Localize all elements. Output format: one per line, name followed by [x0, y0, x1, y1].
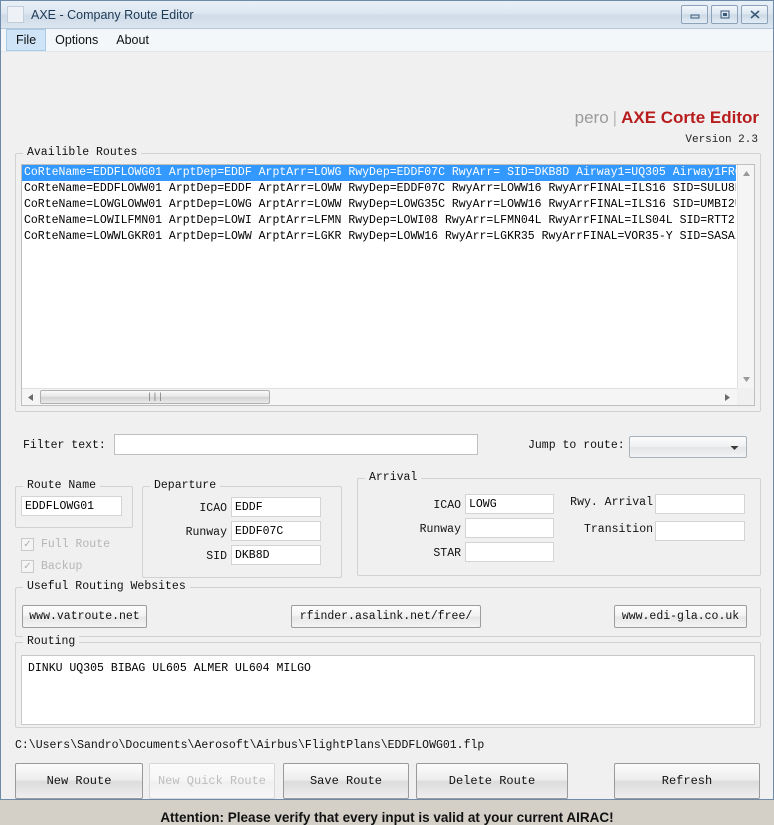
checkmark-icon: ✓: [21, 560, 34, 573]
arrival-transition-input[interactable]: [655, 521, 745, 541]
departure-runway-label: Runway: [185, 526, 227, 539]
list-item[interactable]: CoRteName=LOWGLOWW01 ArptDep=LOWG ArptAr…: [22, 197, 736, 213]
checkmark-icon: ✓: [21, 538, 34, 551]
website-button-rfinder[interactable]: rfinder.asalink.net/free/: [291, 605, 481, 628]
departure-runway-input[interactable]: [231, 521, 321, 541]
title-bar: AXE - Company Route Editor: [1, 1, 773, 29]
website-button-edigla[interactable]: www.edi-gla.co.uk: [614, 605, 747, 628]
routes-listbox[interactable]: CoRteName=EDDFLOWG01 ArptDep=EDDF ArptAr…: [21, 164, 755, 406]
backup-label: Backup: [41, 560, 83, 573]
window-title: AXE - Company Route Editor: [31, 7, 194, 22]
new-quick-route-button: New Quick Route: [149, 763, 275, 799]
file-path-status: C:\Users\Sandro\Documents\Aerosoft\Airbu…: [15, 739, 485, 752]
jump-to-route-select[interactable]: [629, 436, 747, 458]
brand-separator: |: [612, 108, 618, 127]
window-controls: [681, 5, 768, 24]
arrival-icao-label: ICAO: [433, 499, 461, 512]
chevron-down-icon: [730, 438, 739, 456]
refresh-button[interactable]: Refresh: [614, 763, 760, 799]
routing-textarea[interactable]: DINKU UQ305 BIBAG UL605 ALMER UL604 MILG…: [21, 655, 755, 725]
departure-icao-input[interactable]: [231, 497, 321, 517]
useful-websites-legend: Useful Routing Websites: [23, 580, 190, 593]
menu-item-options[interactable]: Options: [46, 29, 107, 51]
departure-legend: Departure: [150, 479, 221, 492]
arrival-star-label: STAR: [433, 547, 461, 560]
route-name-legend: Route Name: [23, 479, 101, 492]
route-name-input[interactable]: [21, 496, 122, 516]
list-item[interactable]: CoRteName=EDDFLOWG01 ArptDep=EDDF ArptAr…: [22, 165, 736, 181]
app-window: AXE - Company Route Editor File Options …: [0, 0, 774, 825]
arrival-icao-input[interactable]: [465, 494, 554, 514]
departure-sid-label: SID: [206, 550, 227, 563]
menu-bar: File Options About: [1, 29, 773, 52]
scroll-down-icon[interactable]: [738, 371, 754, 388]
arrival-runway-input[interactable]: [465, 518, 554, 538]
full-route-label: Full Route: [41, 538, 111, 551]
save-route-button[interactable]: Save Route: [283, 763, 409, 799]
website-button-vatroute[interactable]: www.vatroute.net: [22, 605, 147, 628]
arrival-runway-label: Runway: [419, 523, 461, 536]
arrival-legend: Arrival: [365, 471, 422, 484]
close-button[interactable]: [741, 5, 768, 24]
horizontal-scrollbar[interactable]: |||: [22, 388, 754, 405]
brand-product: AXE Corte Editor: [621, 108, 759, 127]
filter-text-label: Filter text:: [23, 439, 106, 452]
scroll-up-icon[interactable]: [738, 165, 754, 182]
arrival-transition-label: Transition: [583, 523, 653, 536]
full-route-checkbox[interactable]: ✓ Full Route: [21, 538, 110, 551]
scrollbar-corner: [737, 388, 754, 405]
delete-route-button[interactable]: Delete Route: [416, 763, 568, 799]
menu-item-about[interactable]: About: [107, 29, 158, 51]
minimize-button[interactable]: [681, 5, 708, 24]
departure-icao-label: ICAO: [199, 502, 227, 515]
list-item[interactable]: CoRteName=EDDFLOWW01 ArptDep=EDDF ArptAr…: [22, 181, 736, 197]
brand-heading: pero | AXE Corte Editor: [575, 108, 759, 128]
version-label: Version 2.3: [685, 134, 758, 146]
main-content: pero | AXE Corte Editor Version 2.3 Availi…: [1, 52, 773, 825]
available-routes-legend: Availible Routes: [23, 146, 142, 159]
horizontal-scroll-thumb[interactable]: |||: [40, 390, 270, 404]
vertical-scrollbar[interactable]: [737, 165, 754, 388]
list-item[interactable]: CoRteName=LOWWLGKR01 ArptDep=LOWW ArptAr…: [22, 229, 736, 245]
new-route-button[interactable]: New Route: [15, 763, 143, 799]
routes-list-rows: CoRteName=EDDFLOWG01 ArptDep=EDDF ArptAr…: [22, 165, 736, 387]
backup-checkbox[interactable]: ✓ Backup: [21, 560, 82, 573]
arrival-rwy-arrival-label: Rwy. Arrival: [570, 496, 653, 509]
list-item[interactable]: CoRteName=LOWILFMN01 ArptDep=LOWI ArptAr…: [22, 213, 736, 229]
arrival-rwy-arrival-input[interactable]: [655, 494, 745, 514]
maximize-button[interactable]: [711, 5, 738, 24]
routing-legend: Routing: [23, 635, 80, 648]
scroll-right-icon[interactable]: [719, 389, 736, 405]
departure-sid-input[interactable]: [231, 545, 321, 565]
menu-item-file[interactable]: File: [6, 29, 47, 51]
app-icon: [7, 6, 24, 23]
arrival-star-input[interactable]: [465, 542, 554, 562]
attention-message: Attention: Please verify that every inpu…: [160, 810, 614, 825]
jump-to-route-label: Jump to route:: [528, 439, 625, 452]
scroll-left-icon[interactable]: [22, 389, 39, 405]
filter-text-input[interactable]: [114, 434, 478, 455]
scroll-grip-icon: |||: [146, 392, 164, 402]
brand-author: pero: [574, 108, 609, 127]
